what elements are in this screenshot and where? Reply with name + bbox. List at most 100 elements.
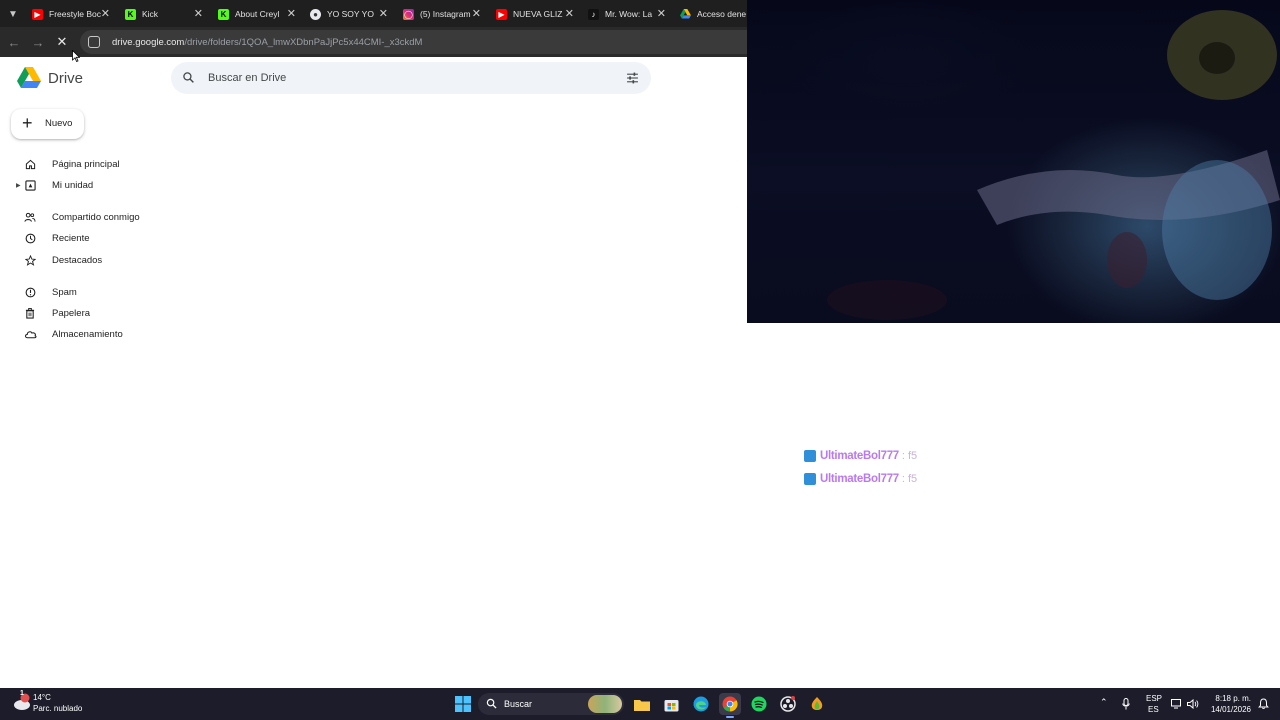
- chrome-icon: [722, 696, 738, 712]
- trash-icon: [23, 306, 37, 320]
- chat-message: UltimateBol777 : f5: [804, 449, 917, 463]
- chat-text: : f5: [901, 473, 918, 485]
- tab-4[interactable]: ● YO SOY YO ✕: [302, 3, 394, 25]
- show-hidden-icons-chevron-icon[interactable]: ⌃: [1100, 697, 1108, 708]
- tab-title: YO SOY YO: [327, 9, 374, 19]
- close-tab-icon[interactable]: ✕: [101, 7, 110, 21]
- search-highlight-icon: [588, 695, 622, 713]
- taskbar-edge[interactable]: [690, 693, 712, 715]
- tab-3[interactable]: K About Creyl ✕: [210, 3, 302, 25]
- network-icon[interactable]: [1171, 699, 1183, 709]
- start-button[interactable]: [452, 693, 474, 715]
- search-options-icon[interactable]: [626, 72, 639, 84]
- tab-title: (5) Instagram: [420, 9, 471, 19]
- taskbar-file-explorer[interactable]: [631, 693, 653, 715]
- tab-8[interactable]: Acceso dene: [672, 3, 747, 25]
- taskbar-chrome[interactable]: [719, 693, 741, 715]
- shared-icon: [23, 210, 37, 224]
- taskbar-spotify[interactable]: [748, 693, 770, 715]
- obs-icon: [780, 696, 796, 712]
- url-path: /drive/folders/1QOA_lmwXDbnPaJjPc5x44CMI…: [184, 36, 423, 48]
- language-bottom[interactable]: ES: [1148, 705, 1159, 714]
- instagram-icon: ◯: [403, 8, 414, 20]
- taskbar-fl-studio[interactable]: [806, 693, 828, 715]
- tab-6[interactable]: ▶ NUEVA GLIZ ✕: [488, 3, 580, 25]
- nav-label: Reciente: [52, 232, 90, 244]
- nav-label: Almacenamiento: [52, 328, 123, 340]
- nav-item-recent[interactable]: Reciente: [16, 228, 166, 248]
- close-tab-icon[interactable]: ✕: [379, 7, 388, 21]
- chat-username: UltimateBol777: [820, 450, 899, 462]
- close-tab-icon[interactable]: ✕: [194, 7, 203, 21]
- tab-search-chevron-icon[interactable]: ▼: [3, 4, 23, 24]
- nav-item-starred[interactable]: Destacados: [16, 250, 166, 270]
- nav-item-trash[interactable]: Papelera: [16, 303, 166, 323]
- weather-temperature[interactable]: 14°C: [33, 693, 51, 702]
- nav-label: Destacados: [52, 254, 103, 266]
- clock-time[interactable]: 8:18 p. m.: [1205, 694, 1251, 703]
- store-icon: [664, 699, 678, 711]
- youtube-icon: ▶: [32, 8, 43, 20]
- stop-loading-icon[interactable]: ✕: [52, 32, 72, 52]
- address-bar[interactable]: drive.google.com/drive/folders/1QOA_lmwX…: [80, 30, 747, 54]
- url-host: drive.google.com: [112, 36, 185, 48]
- nav-item-storage[interactable]: Almacenamiento: [16, 324, 166, 344]
- clock-icon: [23, 231, 37, 245]
- chat-message: UltimateBol777 : f5: [804, 472, 917, 486]
- chat-badge-icon: [804, 450, 816, 462]
- drive-app-name[interactable]: Drive: [48, 70, 83, 87]
- back-arrow-icon[interactable]: ←: [4, 32, 24, 52]
- edge-icon: [693, 696, 709, 712]
- tab-strip: ▼ ▶ Freestyle Boc ✕ K Kick ✕ K About Cre…: [0, 0, 747, 27]
- drive-logo-icon[interactable]: [17, 67, 41, 89]
- weather-badge: 1: [20, 690, 24, 697]
- notifications-bell-icon[interactable]: [1258, 698, 1269, 709]
- close-tab-icon[interactable]: ✕: [472, 7, 481, 21]
- chat-text: : f5: [901, 450, 918, 462]
- my-drive-icon: [23, 178, 37, 192]
- tab-1[interactable]: ▶ Freestyle Boc ✕: [24, 3, 116, 25]
- circle-icon: ●: [310, 8, 321, 20]
- weather-description[interactable]: Parc. nublado: [33, 704, 82, 713]
- nav-item-home[interactable]: Página principal: [16, 154, 166, 174]
- browser-toolbar: ← → ✕ drive.google.com/drive/folders/1QO…: [0, 27, 747, 57]
- tab-title: Kick: [142, 9, 159, 19]
- site-info-icon[interactable]: [88, 36, 100, 48]
- language-top[interactable]: ESP: [1146, 694, 1162, 703]
- nav-item-shared[interactable]: Compartido conmigo: [16, 207, 166, 227]
- taskbar-search-box[interactable]: Buscar: [478, 693, 624, 715]
- spotify-icon: [751, 696, 767, 712]
- plus-icon: +: [22, 113, 33, 133]
- forward-arrow-icon[interactable]: →: [28, 32, 48, 52]
- nav-item-my-drive[interactable]: Mi unidad: [16, 175, 166, 195]
- tab-2[interactable]: K Kick ✕: [117, 3, 209, 25]
- taskbar-obs[interactable]: [777, 693, 799, 715]
- nav-item-spam[interactable]: Spam: [16, 282, 166, 302]
- taskbar-store[interactable]: [660, 693, 682, 715]
- volume-icon[interactable]: [1187, 699, 1199, 709]
- tab-7[interactable]: ♪ Mr. Wow: La ✕: [580, 3, 672, 25]
- nav-label: Página principal: [52, 158, 120, 170]
- spam-icon: [23, 285, 37, 299]
- nav-label: Compartido conmigo: [52, 211, 140, 223]
- new-button[interactable]: + Nuevo: [11, 109, 84, 139]
- clock-date[interactable]: 14/01/2026: [1205, 705, 1251, 714]
- webcam-video: [827, 10, 1280, 320]
- kick-icon: K: [218, 8, 229, 20]
- tab-title: NUEVA GLIZ: [513, 9, 563, 19]
- microphone-icon[interactable]: [1122, 698, 1130, 710]
- cloud-icon: [23, 327, 37, 341]
- windows-logo-icon: [455, 696, 471, 712]
- close-tab-icon[interactable]: ✕: [657, 7, 666, 21]
- close-tab-icon[interactable]: ✕: [565, 7, 574, 21]
- search-icon[interactable]: [182, 71, 195, 84]
- tab-title: Freestyle Boc: [49, 9, 101, 19]
- close-tab-icon[interactable]: ✕: [287, 7, 296, 21]
- chat-username: UltimateBol777: [820, 473, 899, 485]
- search-input[interactable]: Buscar en Drive: [208, 72, 286, 84]
- tiktok-icon: ♪: [588, 8, 599, 20]
- tab-5[interactable]: ◯ (5) Instagram ✕: [395, 3, 487, 25]
- home-icon: [23, 157, 37, 171]
- fl-studio-icon: [811, 697, 823, 710]
- drive-search-bar[interactable]: Buscar en Drive: [171, 62, 651, 94]
